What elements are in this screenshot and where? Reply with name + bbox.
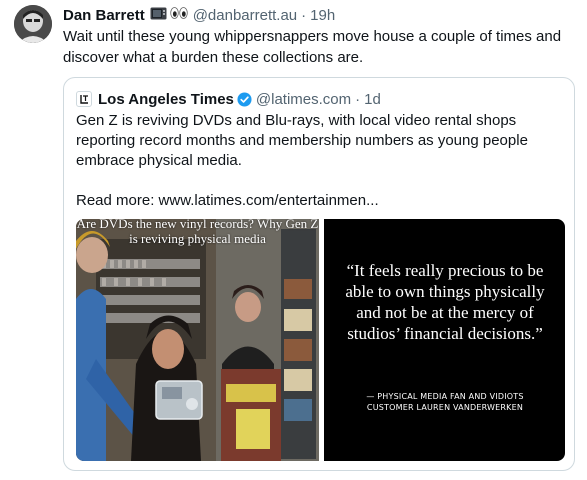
post-text: Wait until these young whippersnappers m… [63,28,562,66]
article-photo[interactable]: Are DVDs the new vinyl records? Why Gen … [76,219,319,461]
photo-headline-overlay: Are DVDs the new vinyl records? Why Gen … [76,219,319,246]
eyes-icon [169,6,188,24]
pull-quote-image[interactable]: “It feels really precious to be able to … [324,219,565,461]
author-handle[interactable]: @danbarrett.au [193,7,297,24]
quoted-source-name[interactable]: Los Angeles Times [98,91,234,108]
read-more-link[interactable]: Read more: www.latimes.com/entertainmen.… [76,191,566,211]
post-timestamp[interactable]: 19h [310,7,335,24]
quoted-source-handle[interactable]: @latimes.com [256,91,351,108]
latimes-logo-icon [76,91,92,107]
video-store-photo [76,219,319,461]
verified-badge-icon [237,91,252,107]
quoted-header-separator: · [355,90,361,108]
pull-quote-attribution: — PHYSICAL MEDIA FAN AND VIDIOTS CUSTOME… [366,392,524,412]
author-name[interactable]: Dan Barrett [63,7,145,24]
quoted-post-card[interactable]: Los Angeles Times @latimes.com · 1d Gen … [63,77,575,471]
post-header: Dan Barrett @danbarrett.au · 19h [63,5,335,25]
quoted-post-text: Gen Z is reviving DVDs and Blu-rays, wit… [76,112,528,169]
quoted-post-body: Gen Z is reviving DVDs and Blu-rays, wit… [76,111,566,211]
quoted-post-header: Los Angeles Times @latimes.com · 1d [76,89,381,109]
tv-icon [150,6,167,25]
author-avatar[interactable] [14,5,52,43]
quoted-timestamp[interactable]: 1d [364,91,381,108]
pull-quote-text: “It feels really precious to be able to … [345,261,545,343]
header-separator: · [301,6,307,24]
avatar-photo [14,5,52,43]
